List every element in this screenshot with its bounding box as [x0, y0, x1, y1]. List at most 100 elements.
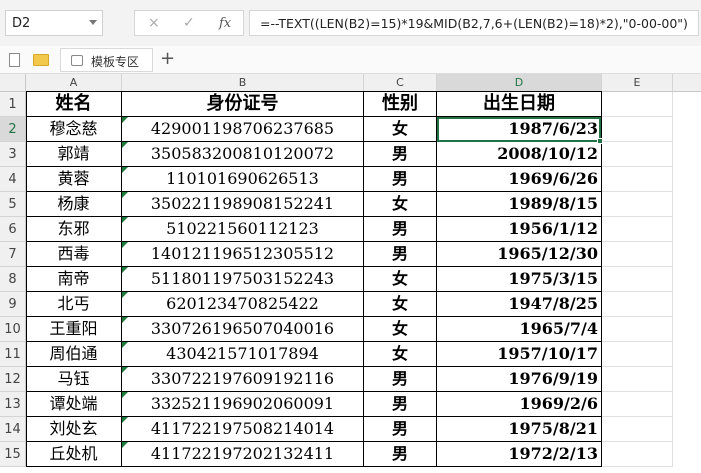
name-cell[interactable]: 马钰 — [26, 367, 122, 392]
row-header[interactable]: 2 — [0, 117, 26, 142]
row-header[interactable]: 14 — [0, 417, 26, 442]
header-cell-name[interactable]: 姓名 — [26, 92, 122, 117]
birth-cell[interactable]: 1969/2/6 — [437, 392, 602, 417]
tab-template-zone[interactable]: 模板专区 — [60, 48, 153, 72]
birth-cell[interactable]: 2008/10/12 — [437, 142, 602, 167]
name-cell[interactable]: 郭靖 — [26, 142, 122, 167]
fill-handle[interactable] — [597, 138, 603, 144]
empty-cell[interactable] — [602, 217, 673, 242]
id-cell[interactable]: 510221560112123 — [122, 217, 364, 242]
column-header-d[interactable]: D — [437, 74, 602, 92]
accept-icon[interactable]: ✓ — [183, 15, 195, 31]
row-header[interactable]: 4 — [0, 167, 26, 192]
id-cell[interactable]: 332521196902060091 — [122, 392, 364, 417]
folder-icon[interactable] — [33, 54, 49, 66]
id-cell[interactable]: 411722197508214014 — [122, 417, 364, 442]
column-header-b[interactable]: B — [122, 74, 364, 92]
id-cell[interactable]: 430421571017894 — [122, 342, 364, 367]
gender-cell[interactable]: 女 — [364, 317, 437, 342]
id-cell[interactable]: 429001198706237685 — [122, 117, 364, 142]
gender-cell[interactable]: 男 — [364, 417, 437, 442]
id-cell[interactable]: 110101690626513 — [122, 167, 364, 192]
empty-cell[interactable] — [602, 342, 673, 367]
gender-cell[interactable]: 女 — [364, 342, 437, 367]
empty-cell[interactable] — [602, 367, 673, 392]
header-cell-gender[interactable]: 性别 — [364, 92, 437, 117]
birth-cell[interactable]: 1975/8/21 — [437, 417, 602, 442]
row-header[interactable]: 15 — [0, 442, 26, 467]
new-document-icon[interactable] — [9, 53, 20, 67]
empty-cell[interactable] — [602, 242, 673, 267]
column-header-c[interactable]: C — [364, 74, 437, 92]
id-cell[interactable]: 411722197202132411 — [122, 442, 364, 467]
name-cell[interactable]: 杨康 — [26, 192, 122, 217]
empty-cell[interactable] — [602, 442, 673, 467]
birth-cell[interactable]: 1947/8/25 — [437, 292, 602, 317]
row-header[interactable]: 9 — [0, 292, 26, 317]
gender-cell[interactable]: 女 — [364, 192, 437, 217]
birth-cell[interactable]: 1976/9/19 — [437, 367, 602, 392]
add-tab-button[interactable]: + — [160, 48, 175, 69]
row-header[interactable]: 6 — [0, 217, 26, 242]
empty-cell[interactable] — [602, 317, 673, 342]
name-box[interactable]: D2 — [5, 10, 103, 36]
name-cell[interactable]: 南帝 — [26, 267, 122, 292]
formula-input[interactable]: =--TEXT((LEN(B2)=15)*19&MID(B2,7,6+(LEN(… — [249, 10, 699, 36]
birth-cell[interactable]: 1957/10/17 — [437, 342, 602, 367]
gender-cell[interactable]: 男 — [364, 167, 437, 192]
name-cell[interactable]: 北丐 — [26, 292, 122, 317]
row-header[interactable]: 5 — [0, 192, 26, 217]
empty-cell[interactable] — [602, 192, 673, 217]
gender-cell[interactable]: 男 — [364, 392, 437, 417]
empty-cell[interactable] — [602, 417, 673, 442]
birth-cell[interactable]: 1989/8/15 — [437, 192, 602, 217]
empty-cell[interactable] — [602, 142, 673, 167]
name-cell[interactable]: 东邪 — [26, 217, 122, 242]
birth-cell[interactable]: 1987/6/23 — [437, 117, 602, 142]
gender-cell[interactable]: 男 — [364, 442, 437, 467]
name-cell[interactable]: 黄蓉 — [26, 167, 122, 192]
id-cell[interactable]: 620123470825422 — [122, 292, 364, 317]
column-header-a[interactable]: A — [26, 74, 122, 92]
select-all-corner[interactable] — [0, 74, 26, 92]
name-cell[interactable]: 刘处玄 — [26, 417, 122, 442]
insert-function-icon[interactable]: fx — [219, 16, 231, 31]
id-cell[interactable]: 330726196507040016 — [122, 317, 364, 342]
row-header[interactable]: 1 — [0, 92, 26, 117]
id-cell[interactable]: 330722197609192116 — [122, 367, 364, 392]
gender-cell[interactable]: 男 — [364, 242, 437, 267]
empty-cell[interactable] — [602, 92, 673, 117]
row-header[interactable]: 11 — [0, 342, 26, 367]
gender-cell[interactable]: 男 — [364, 367, 437, 392]
birth-cell[interactable]: 1975/3/15 — [437, 267, 602, 292]
gender-cell[interactable]: 男 — [364, 217, 437, 242]
birth-cell[interactable]: 1965/12/30 — [437, 242, 602, 267]
name-cell[interactable]: 王重阳 — [26, 317, 122, 342]
cancel-icon[interactable]: × — [148, 15, 160, 31]
empty-cell[interactable] — [602, 267, 673, 292]
column-header-f[interactable] — [673, 74, 701, 92]
name-cell[interactable]: 西毒 — [26, 242, 122, 267]
header-cell-birth[interactable]: 出生日期 — [437, 92, 602, 117]
birth-cell[interactable]: 1969/6/26 — [437, 167, 602, 192]
name-cell[interactable]: 丘处机 — [26, 442, 122, 467]
row-header[interactable]: 13 — [0, 392, 26, 417]
gender-cell[interactable]: 男 — [364, 142, 437, 167]
row-header[interactable]: 3 — [0, 142, 26, 167]
id-cell[interactable]: 350221198908152241 — [122, 192, 364, 217]
chevron-down-icon[interactable] — [89, 20, 97, 25]
header-cell-id[interactable]: 身份证号 — [122, 92, 364, 117]
column-header-e[interactable]: E — [602, 74, 673, 92]
empty-cell[interactable] — [602, 167, 673, 192]
row-header[interactable]: 8 — [0, 267, 26, 292]
name-cell[interactable]: 谭处端 — [26, 392, 122, 417]
gender-cell[interactable]: 女 — [364, 267, 437, 292]
name-cell[interactable]: 周伯通 — [26, 342, 122, 367]
gender-cell[interactable]: 女 — [364, 292, 437, 317]
empty-cell[interactable] — [602, 392, 673, 417]
birth-cell[interactable]: 1965/7/4 — [437, 317, 602, 342]
gender-cell[interactable]: 女 — [364, 117, 437, 142]
row-header[interactable]: 7 — [0, 242, 26, 267]
empty-cell[interactable] — [602, 292, 673, 317]
id-cell[interactable]: 511801197503152243 — [122, 267, 364, 292]
